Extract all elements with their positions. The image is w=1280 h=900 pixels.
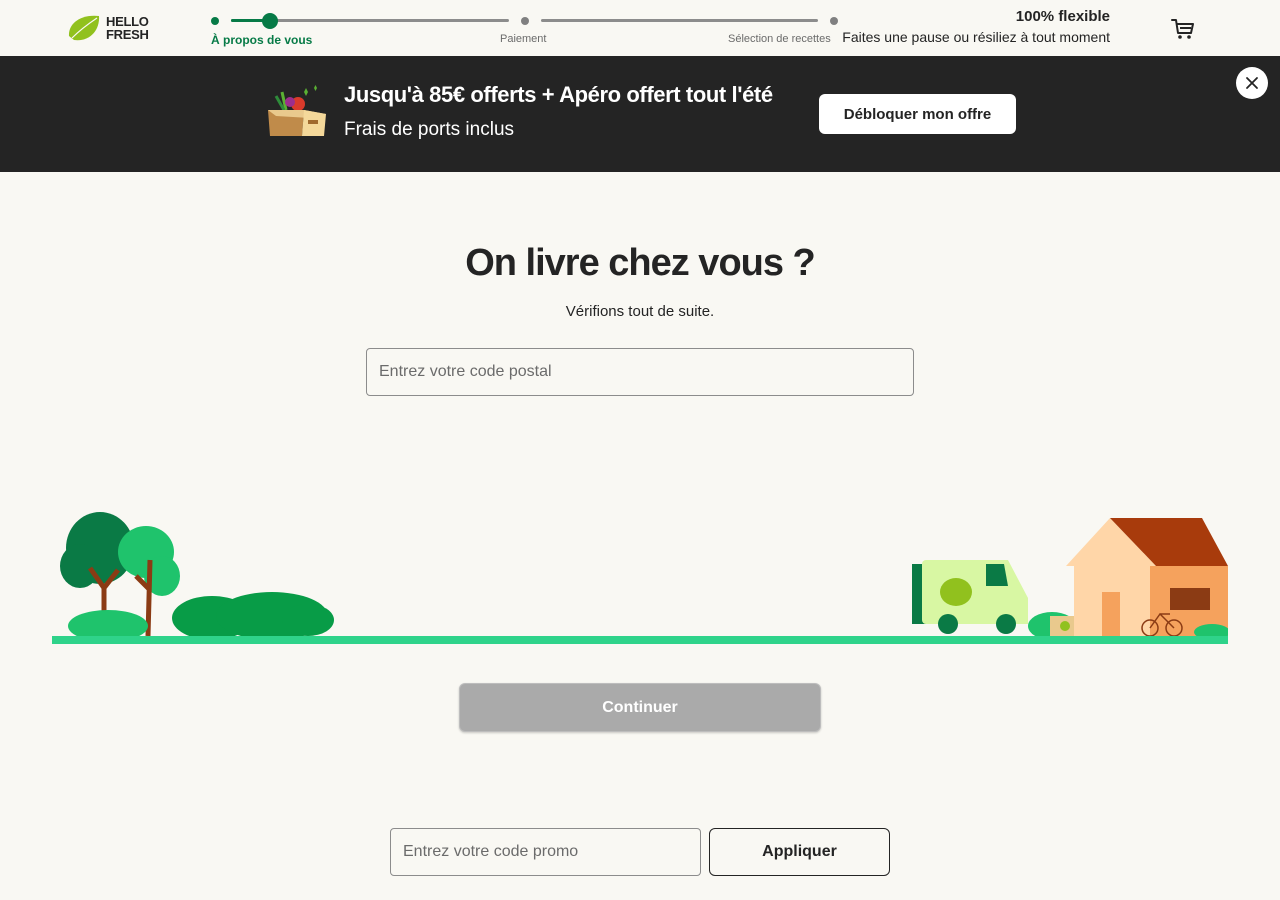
close-banner-button[interactable]	[1236, 67, 1268, 99]
apply-promo-button[interactable]: Appliquer	[709, 828, 890, 876]
progress-track-2	[541, 19, 818, 22]
step-label-recipes: Sélection de recettes	[728, 33, 831, 45]
page-title: On livre chez vous ?	[465, 242, 816, 284]
house-icon	[1066, 518, 1228, 636]
progress-knob	[262, 13, 278, 29]
step-label-payment: Paiement	[500, 33, 547, 45]
unlock-offer-button[interactable]: Débloquer mon offre	[819, 94, 1016, 134]
top-header: HELLO FRESH À propos de vous Paiement Sé…	[0, 0, 1280, 56]
step-label-about: À propos de vous	[211, 33, 313, 47]
food-box-icon	[268, 85, 326, 136]
hellofresh-logo[interactable]: HELLO FRESH	[66, 12, 166, 44]
close-icon	[1246, 77, 1258, 89]
step-dot-paiement	[521, 17, 529, 25]
banner-subtitle: Frais de ports inclus	[344, 119, 515, 140]
promo-code-input[interactable]	[390, 828, 701, 876]
continue-button[interactable]: Continuer	[459, 683, 821, 732]
cart-icon[interactable]	[1170, 16, 1196, 42]
checkout-progress: À propos de vous Paiement Sélection de r…	[206, 10, 846, 50]
postal-code-input[interactable]	[366, 348, 914, 396]
step-dot-recettes	[830, 17, 838, 25]
lime-leaf-icon	[68, 15, 100, 41]
step-dot-start	[211, 17, 219, 25]
promo-banner: Jusqu'à 85€ offerts + Apéro offert tout …	[0, 56, 1280, 172]
flexibility-info: 100% flexible Faites une pause ou résili…	[842, 8, 1110, 45]
banner-title: Jusqu'à 85€ offerts + Apéro offert tout …	[344, 82, 773, 107]
delivery-van-icon	[912, 560, 1028, 634]
page-subtitle: Vérifions tout de suite.	[565, 303, 715, 320]
logo-wordmark: HELLO FRESH	[106, 14, 149, 42]
delivery-illustration	[52, 512, 1228, 644]
flexible-subtitle: Faites une pause ou résiliez à tout mome…	[842, 29, 1110, 45]
flexible-title: 100% flexible	[1015, 8, 1110, 25]
